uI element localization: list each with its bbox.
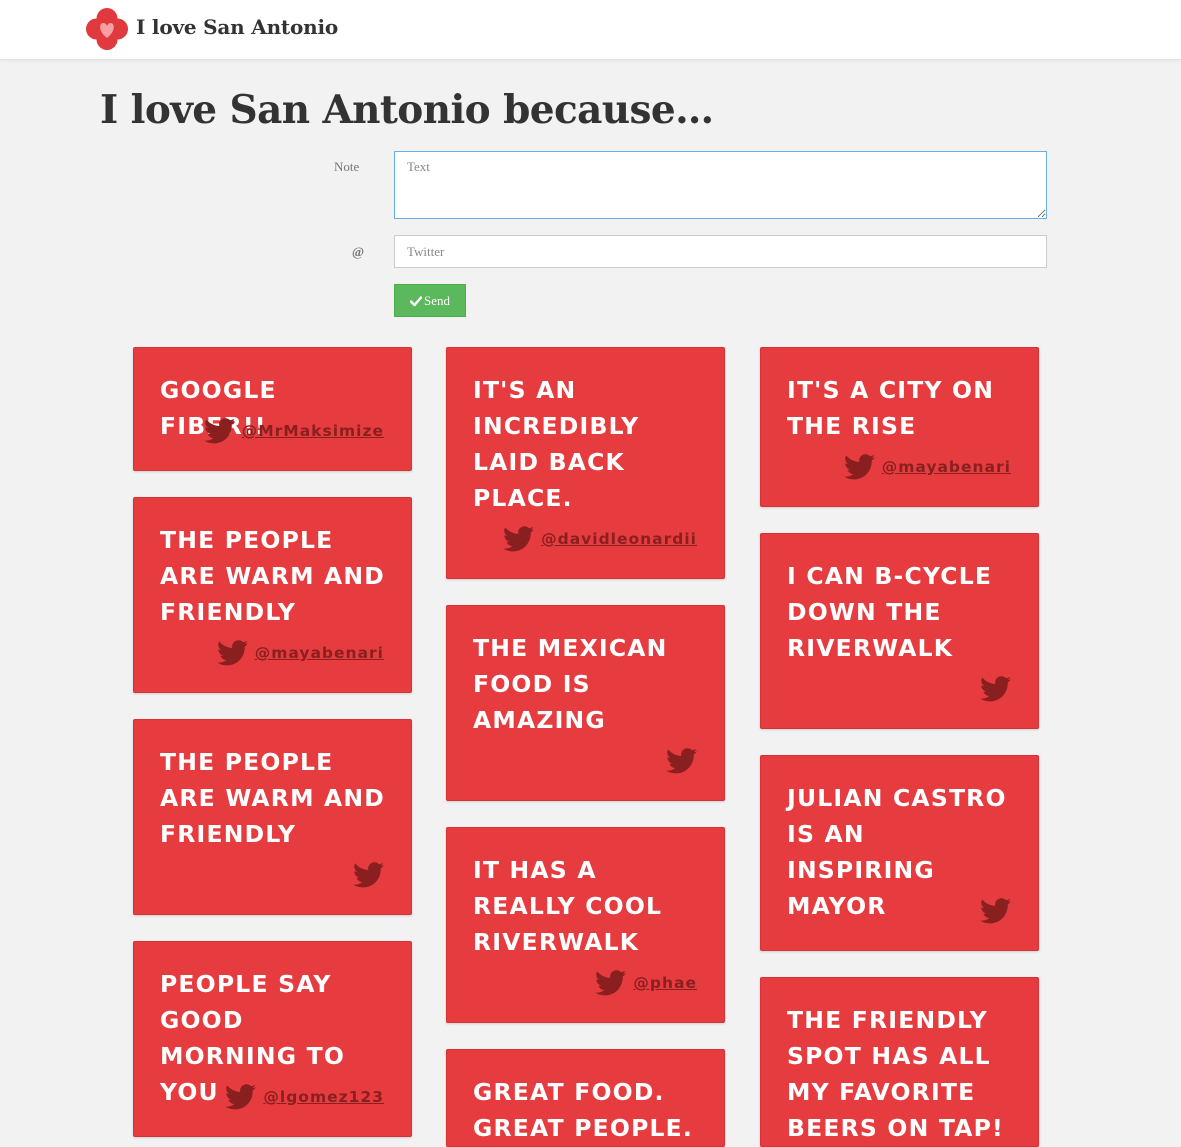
twitter-handle-link[interactable]: @MrMaksimize [242,422,384,440]
note-text: IT HAS A REALLY COOL RIVERWALK [473,856,663,956]
note-card: IT'S A CITY ON THE RISE @mayabenari [760,347,1039,507]
note-footer: @davidleonardii [503,525,697,553]
note-text: THE FRIENDLY SPOT HAS ALL MY FAVORITE BE… [787,1006,1004,1142]
note-footer: @phae [595,969,697,997]
note-card: GREAT FOOD. GREAT PEOPLE. [446,1049,725,1147]
twitter-handle-link[interactable]: @phae [633,974,697,992]
note-footer [353,861,384,889]
twitter-bird-icon[interactable] [666,748,697,774]
note-footer: @mayabenari [843,453,1011,481]
twitter-handle-link[interactable]: @mayabenari [255,644,384,662]
note-card: THE PEOPLE ARE WARM AND FRIENDLY [133,719,412,915]
note-text: GREAT FOOD. GREAT PEOPLE. [473,1078,694,1142]
note-text: IT'S AN INCREDIBLY LAID BACK PLACE. [473,376,640,512]
note-card: IT'S AN INCREDIBLY LAID BACK PLACE. @dav… [446,347,725,579]
note-card: THE PEOPLE ARE WARM AND FRIENDLY @mayabe… [133,497,412,693]
top-navbar: I love San Antonio [0,0,1181,60]
twitter-bird-icon[interactable] [225,1084,257,1110]
twitter-label: @ [352,244,365,259]
note-footer [666,747,697,775]
note-card: THE MEXICAN FOOD IS AMAZING [446,605,725,801]
twitter-bird-icon[interactable] [980,676,1011,702]
note-textarea[interactable] [394,151,1047,219]
note-footer [980,675,1011,703]
note-card: GOOGLE FIBER!! @MrMaksimize [133,347,412,471]
note-text: THE PEOPLE ARE WARM AND FRIENDLY [160,526,385,626]
twitter-bird-icon[interactable] [980,898,1011,924]
page-title: I love San Antonio because… [100,87,714,133]
twitter-bird-icon[interactable] [353,862,384,888]
check-icon [410,295,422,306]
note-footer: @MrMaksimize [203,417,384,445]
note-card: I CAN B-CYCLE DOWN THE RIVERWALK [760,533,1039,729]
twitter-handle-link[interactable]: @lgomez123 [263,1088,384,1106]
note-text: THE MEXICAN FOOD IS AMAZING [473,634,668,734]
note-card: PEOPLE SAY GOOD MORNING TO YOU @lgomez12… [133,941,412,1137]
send-button[interactable]: Send [394,284,466,317]
note-footer: @lgomez123 [225,1083,384,1111]
twitter-bird-icon[interactable] [503,526,535,552]
heart-quatrefoil-icon[interactable] [86,8,128,50]
note-text: THE PEOPLE ARE WARM AND FRIENDLY [160,748,385,848]
note-text: JULIAN CASTRO IS AN INSPIRING MAYOR [787,784,1007,920]
note-card: THE FRIENDLY SPOT HAS ALL MY FAVORITE BE… [760,977,1039,1147]
note-card: IT HAS A REALLY COOL RIVERWALK @phae [446,827,725,1023]
brand-title[interactable]: I love San Antonio [136,15,338,39]
twitter-bird-icon[interactable] [216,640,248,666]
note-footer: @mayabenari [216,639,384,667]
note-text: I CAN B-CYCLE DOWN THE RIVERWALK [787,562,993,662]
send-button-label: Send [424,292,450,308]
twitter-input[interactable] [394,235,1047,268]
note-text: IT'S A CITY ON THE RISE [787,376,995,440]
twitter-handle-link[interactable]: @davidleonardii [541,530,697,548]
note-footer [980,897,1011,925]
twitter-handle-link[interactable]: @mayabenari [882,458,1011,476]
note-card: JULIAN CASTRO IS AN INSPIRING MAYOR [760,755,1039,951]
twitter-bird-icon[interactable] [203,418,235,444]
note-label: Note [334,159,360,174]
twitter-bird-icon[interactable] [595,970,627,996]
twitter-bird-icon[interactable] [843,454,875,480]
